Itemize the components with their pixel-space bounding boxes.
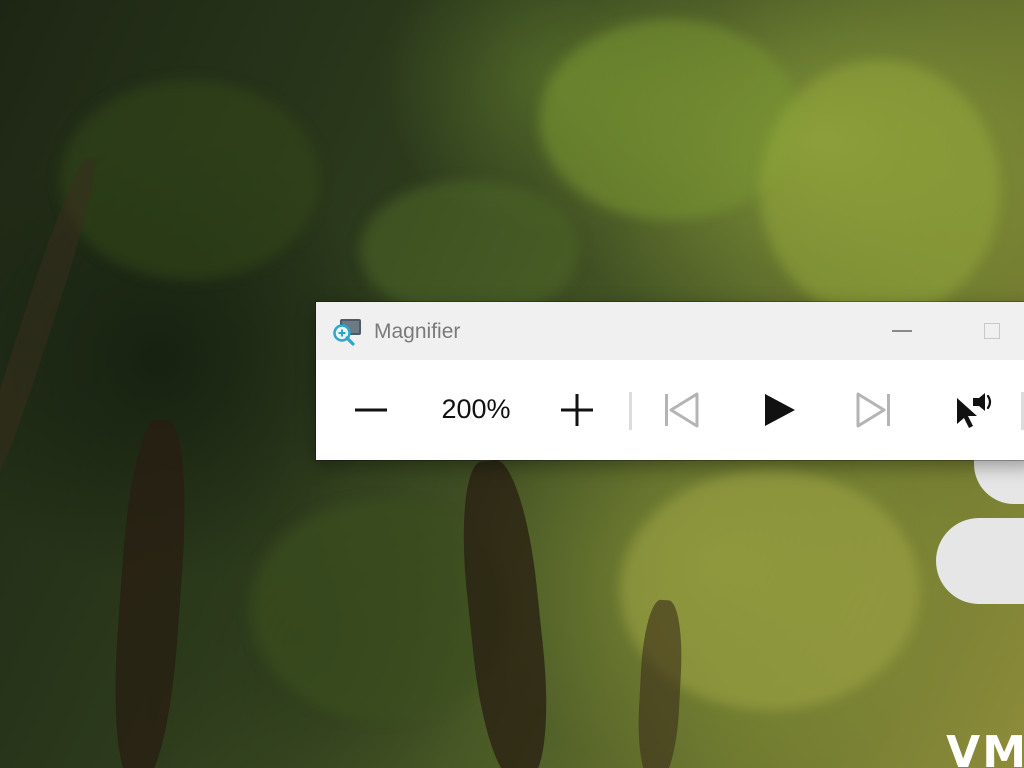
magnifier-window: Magnifier 200% <box>316 302 1024 460</box>
maximize-button[interactable] <box>972 312 1012 350</box>
tree-trunk <box>453 457 557 768</box>
skip-next-icon <box>856 392 890 428</box>
play-button[interactable] <box>754 386 804 434</box>
tree-trunk <box>107 418 193 768</box>
foliage-patch <box>360 180 580 320</box>
magnifier-toolbar: 200% <box>316 360 1024 460</box>
zoom-out-button[interactable] <box>346 386 396 434</box>
wallpaper-text: VM <box>946 727 1024 768</box>
toolbar-divider <box>629 392 632 430</box>
zoom-level: 200% <box>441 394 511 424</box>
pointer-speaker-icon <box>957 393 992 428</box>
play-icon <box>765 394 795 426</box>
magnifier-icon <box>332 316 362 346</box>
minus-icon <box>355 408 387 412</box>
foliage-patch <box>760 60 1000 320</box>
previous-paragraph-button[interactable] <box>656 386 706 434</box>
next-paragraph-button[interactable] <box>849 386 899 434</box>
title-bar[interactable]: Magnifier <box>316 302 1024 360</box>
zoom-in-button[interactable] <box>552 386 602 434</box>
plus-icon <box>561 394 593 426</box>
foliage-patch <box>60 80 320 280</box>
wallpaper-shape <box>936 518 1024 604</box>
read-from-here-button[interactable] <box>948 386 998 434</box>
minimize-button[interactable] <box>882 312 922 350</box>
window-title: Magnifier <box>374 320 461 343</box>
minimize-icon <box>892 330 912 332</box>
maximize-icon <box>984 323 1000 339</box>
skip-previous-icon <box>665 392 699 428</box>
